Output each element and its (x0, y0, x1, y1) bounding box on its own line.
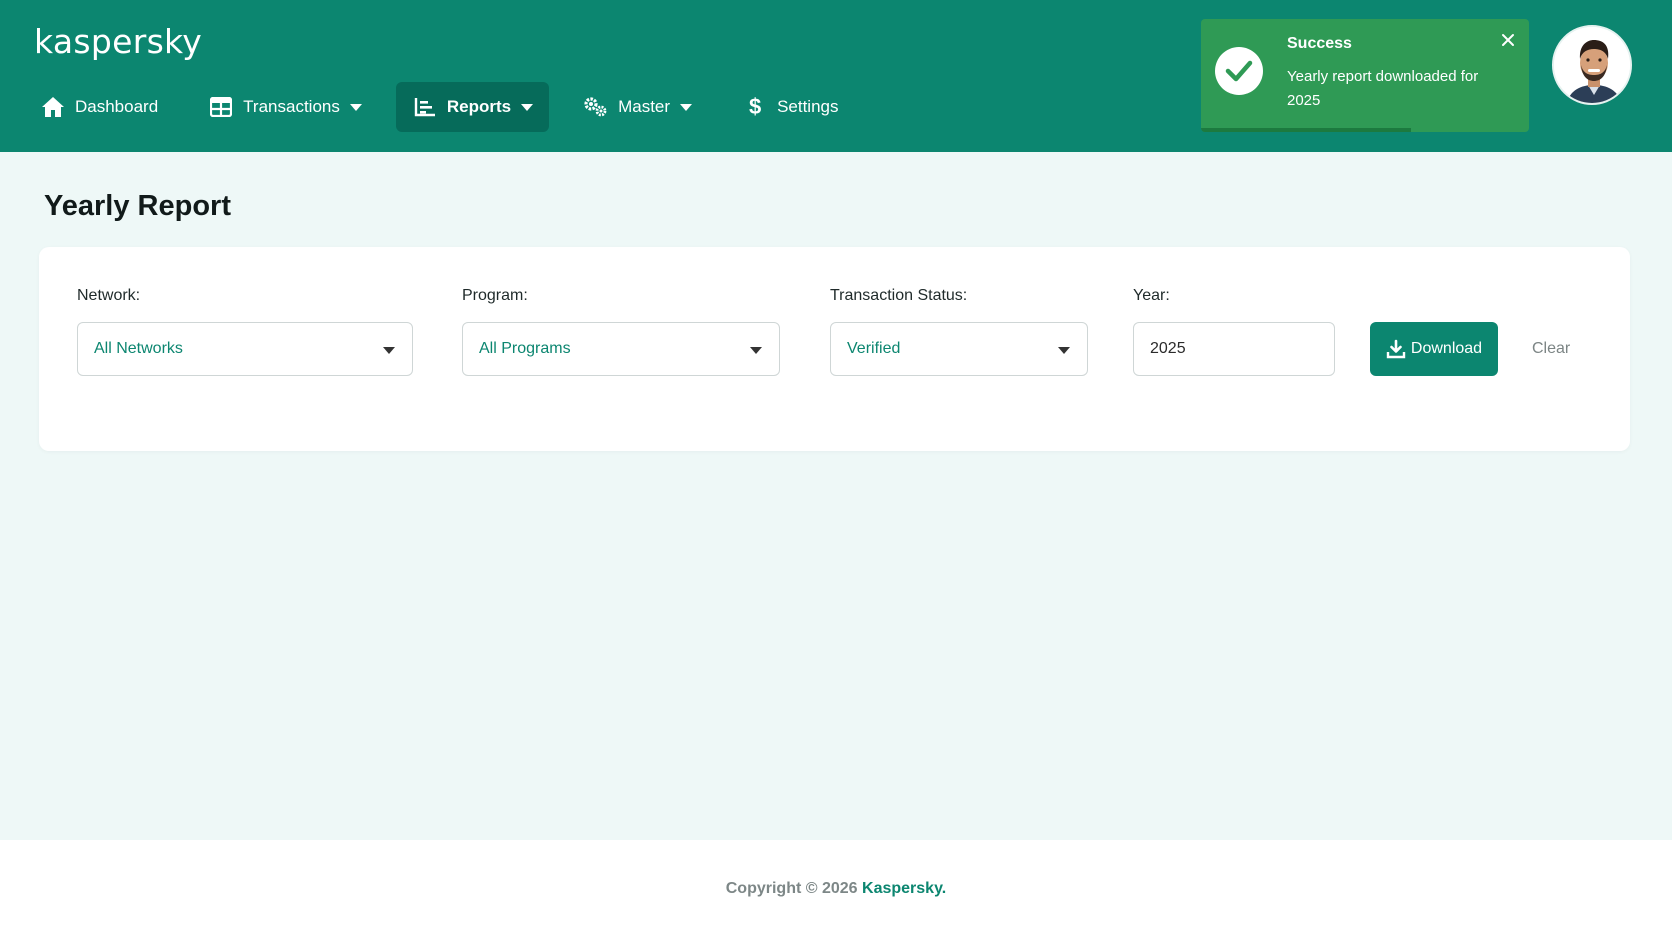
transaction-status-value: Verified (847, 340, 901, 357)
footer-brand-link[interactable]: Kaspersky. (862, 880, 946, 897)
network-label: Network: (77, 287, 141, 304)
download-icon (1386, 339, 1406, 359)
user-avatar[interactable] (1552, 25, 1632, 105)
toast-progress-bar (1201, 128, 1411, 132)
transaction-status-label: Transaction Status: (830, 287, 968, 304)
success-toast: Success Yearly report downloaded for 202… (1201, 19, 1529, 132)
copyright-text: Copyright © 2026 (725, 880, 858, 897)
close-icon[interactable] (1501, 33, 1517, 49)
nav-item-dashboard[interactable]: Dashboard (24, 82, 174, 132)
report-filter-card: Network: All Networks Program: All Progr… (39, 247, 1630, 451)
nav-item-label: Transactions (243, 97, 340, 116)
nav-item-label: Master (618, 97, 671, 116)
main-nav: Dashboard Transactions Reports Master $ (24, 82, 873, 132)
chevron-down-icon (521, 103, 534, 111)
nav-item-master[interactable]: Master (567, 82, 708, 132)
gears-icon (583, 94, 609, 120)
chevron-down-icon (750, 347, 762, 354)
year-label: Year: (1133, 287, 1170, 304)
nav-item-label: Dashboard (75, 97, 159, 116)
download-button-label: Download (1410, 340, 1483, 357)
program-select-value: All Programs (479, 340, 571, 357)
network-select[interactable]: All Networks (77, 322, 413, 376)
chevron-down-icon (349, 103, 362, 111)
download-button[interactable]: Download (1370, 322, 1498, 376)
network-select-value: All Networks (94, 340, 183, 357)
year-input-value: 2025 (1150, 340, 1186, 357)
year-input[interactable]: 2025 (1133, 322, 1335, 376)
chart-icon (412, 94, 438, 120)
toast-title: Success (1287, 35, 1352, 52)
check-circle-icon (1215, 47, 1263, 95)
top-navbar: kaspersky Dashboard Transactions Reports (0, 0, 1672, 152)
nav-item-label: Reports (446, 97, 512, 116)
clear-button[interactable]: Clear (1532, 322, 1570, 376)
nav-item-transactions[interactable]: Transactions (192, 82, 378, 132)
program-label: Program: (462, 287, 528, 304)
nav-item-settings[interactable]: $ Settings (726, 82, 854, 132)
home-icon (40, 94, 66, 120)
chevron-down-icon (383, 347, 395, 354)
nav-item-label: Settings (777, 97, 839, 116)
page-title: Yearly Report (44, 190, 231, 222)
nav-item-reports[interactable]: Reports (395, 82, 550, 132)
chevron-down-icon (1058, 347, 1070, 354)
chevron-down-icon (680, 103, 693, 111)
footer: Copyright © 2026 Kaspersky. (0, 840, 1672, 941)
table-icon (208, 94, 234, 120)
brand-logo[interactable]: kaspersky (34, 22, 202, 61)
program-select[interactable]: All Programs (462, 322, 780, 376)
footer-copyright: Copyright © 2026 Kaspersky. (0, 880, 1672, 898)
transaction-status-select[interactable]: Verified (830, 322, 1088, 376)
toast-message: Yearly report downloaded for 2025 (1287, 68, 1479, 109)
dollar-icon: $ (748, 94, 762, 119)
